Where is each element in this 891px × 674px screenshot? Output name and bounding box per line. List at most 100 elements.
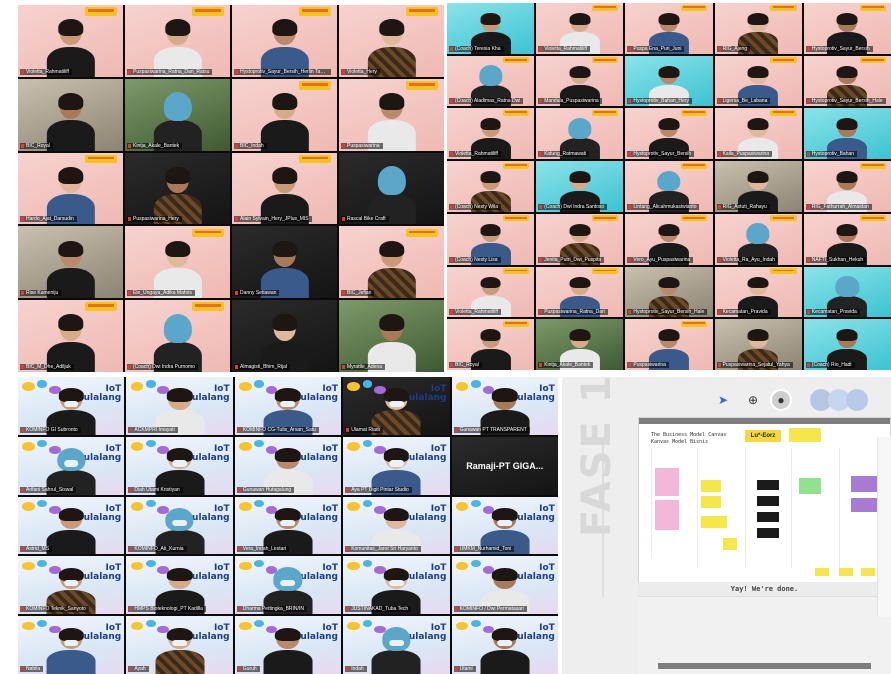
participant-tile[interactable]: Hystoprotiv_Sayur_Bersih_Hale	[625, 266, 713, 318]
participant-tile[interactable]: Hystoprotiv_Bahan	[803, 108, 891, 160]
participant-tile[interactable]: IoT Bulalang Arifani Sahrul_Siswal	[18, 436, 125, 495]
participant-tile[interactable]: (Coach) Dwi Indra Purnomo	[125, 300, 230, 372]
participant-tile[interactable]: (Coach) Aladimas_Ratna Dwi	[447, 55, 535, 107]
participant-tile[interactable]: Violetta_Rahmatiliff	[18, 5, 123, 77]
user-avatar-3[interactable]	[846, 389, 868, 411]
sticky-note[interactable]	[757, 512, 779, 522]
participant-tile[interactable]: Jenita_Putri_Dwi_Puspita	[536, 213, 624, 265]
participant-tile[interactable]: Violetta_Hery	[339, 5, 444, 77]
participant-tile[interactable]: IoT Bulalang Astrid_MS	[18, 496, 125, 555]
sticky-note[interactable]	[701, 496, 721, 508]
participant-tile[interactable]: (Coach) Nesty Lisa	[447, 213, 535, 265]
participant-tile[interactable]: (Coach) Rio_Hadi	[803, 319, 891, 370]
participant-tile[interactable]: Kintja_Akale_Bantek	[125, 78, 230, 151]
sticky-note[interactable]	[655, 500, 679, 530]
participant-tile[interactable]: RIG_Fathurrah_Almaidan	[803, 161, 891, 212]
sticky-note[interactable]	[815, 568, 829, 576]
participant-tile[interactable]: IoT Bulalang Gunawan Hutagalung	[234, 436, 342, 495]
participant-tile[interactable]: NAFTI_Sukhan_Hekuh	[803, 213, 891, 265]
participant-tile[interactable]: IoT Bulalang Ulamat Riadi	[343, 377, 450, 435]
participant-tile[interactable]: IoT Bulalang Ayah	[126, 616, 233, 674]
participant-tile[interactable]: Puspasiwarina	[339, 78, 444, 151]
participant-tile[interactable]: IoT Bulalang Utami	[451, 616, 558, 674]
sticky-note[interactable]	[655, 468, 679, 496]
participant-tile[interactable]: BIC_M_Dhe_Adiljuk	[18, 300, 123, 372]
sticky-note[interactable]	[723, 538, 737, 550]
participant-tile[interactable]: IoT Bulalang UMKM_Nurhamid_Toni	[451, 496, 558, 555]
participant-tile[interactable]: Kaila_Puspasiwarina	[714, 108, 802, 160]
zoom-icon[interactable]: ⊕	[742, 389, 764, 411]
participant-tile[interactable]: Ele_Ungaya_Adika Mahris	[125, 226, 230, 299]
participant-tile[interactable]: Violetta_Rahmatiliff	[536, 3, 624, 54]
participant-tile[interactable]: Rascal Bike Craft	[339, 152, 444, 225]
participant-tile[interactable]: IoT Bulalang KOMINFO Teknik_Sanyoto	[18, 556, 125, 615]
participant-tile[interactable]: Violetta_Rahmatiliff	[447, 108, 535, 160]
sticky-note[interactable]	[757, 528, 779, 538]
participant-tile[interactable]: Kintja_Akale_Bantek	[536, 319, 624, 370]
participant-tile[interactable]: IoT Bulalang KOMINFO / Dwi Permatasari	[451, 556, 558, 615]
sticky-note[interactable]	[701, 480, 721, 492]
participant-tile[interactable]: IoT Bulalang KOMINFO CG-Tulis_Arsan_Satu	[234, 377, 342, 435]
participant-tile[interactable]: IoT Bulalang ACKMPRI Imayati	[126, 377, 233, 435]
participant-tile[interactable]: BIC_Royal	[18, 78, 123, 151]
participant-tile[interactable]: Hystoprotiv_Sayur_Bersih	[625, 108, 713, 160]
participant-tile[interactable]: Puspasiwarina_Ratna_Dari	[536, 266, 624, 318]
participant-tile[interactable]: Hystoprotiv_Sayur_Bersih_Hale	[803, 55, 891, 107]
participant-tile[interactable]: BIC_Indah	[232, 78, 337, 151]
participant-tile[interactable]: Hystoprotiv_Bahan_Hery	[625, 55, 713, 107]
participant-tile[interactable]: IoT Bulalang KOMINFO GI Subronto	[18, 377, 125, 435]
participant-tile[interactable]: IoT Bulalang Gunawan PT TRANSPARENT	[451, 377, 558, 435]
participant-tile[interactable]: Lintang_Alicahmukasiwianto	[625, 161, 713, 212]
participant-tile[interactable]: IoT Bulalang Nabila	[18, 616, 125, 674]
participant-tile[interactable]: IoT Bulalang HMPS Bioteknologi_PT Kadilla	[126, 556, 233, 615]
participant-tile[interactable]: Alain Sylvain_Hery_JPlus_MIS	[232, 152, 337, 225]
participant-tile[interactable]: (Coach) Dwi Indra Santoso	[536, 161, 624, 212]
participant-tile[interactable]: Hystoprotiv_Sayur_Bersih	[803, 3, 891, 54]
avatar-icon[interactable]: ●	[770, 389, 792, 411]
participant-tile[interactable]: Ramaji-PT GIGA...	[451, 436, 558, 495]
participant-tile[interactable]: Violetta_Ra_Ayu_Indah	[714, 213, 802, 265]
participant-tile[interactable]: Puspasiwarina_Sejatul_Yahya	[714, 319, 802, 370]
participant-tile[interactable]: Danny Setiawan	[232, 226, 337, 299]
participant-tile[interactable]: Kidung_Ratmawati	[536, 108, 624, 160]
participant-tile[interactable]: BIC_Jefian	[339, 226, 444, 299]
participant-tile[interactable]: Kecamatan_Pravida	[714, 266, 802, 318]
participant-tile[interactable]: IoT Bulalang KOMINFO_Ati_Kurnia	[126, 496, 233, 555]
sticky-note[interactable]	[839, 568, 853, 576]
participant-tile[interactable]: Ligersa_Be_Labana	[714, 55, 802, 107]
participant-tile[interactable]: IoT Bulalang Vera_Indah_Lestari	[234, 496, 342, 555]
sticky-note[interactable]	[799, 478, 821, 494]
participant-tile[interactable]: IoT Bulalang Diah Utami Kristiyan	[126, 436, 233, 495]
participant-tile[interactable]: IoT Bulalang Indah	[343, 616, 450, 674]
cursor-icon[interactable]: ➤	[712, 389, 734, 411]
participant-tile[interactable]: Puspasiwarina	[625, 319, 713, 370]
sticky-note[interactable]	[701, 516, 727, 528]
participant-tile[interactable]: Mandala_Puspasiwarina	[536, 55, 624, 107]
sticky-note-tag[interactable]	[789, 428, 821, 442]
participant-tile[interactable]: RIG_Ajeng	[714, 3, 802, 54]
participant-tile[interactable]: Myrattle_Adena	[339, 300, 444, 372]
participant-tile[interactable]: BIC_Royal	[447, 319, 535, 370]
miro-board[interactable]: ➤ ⊕ ● FASE 1 The Business Model Canvas K…	[562, 377, 891, 674]
participant-tile[interactable]: (Coach) Nesty Wila	[447, 161, 535, 212]
participant-tile[interactable]: Puspasiwarina_Hery	[125, 152, 230, 225]
participant-tile[interactable]: IoT Bulalang JUSTINAKAD_Tuba Tech	[343, 556, 450, 615]
participant-tile[interactable]: RIG_Astuti_Rahayu	[714, 161, 802, 212]
participant-tile[interactable]: Vero_Ayu_Puspasiwarina	[625, 213, 713, 265]
sticky-note[interactable]	[851, 476, 879, 492]
sticky-note[interactable]	[861, 568, 875, 576]
participant-tile[interactable]: IoT Bulalang Guruh	[234, 616, 342, 674]
sticky-note[interactable]	[851, 498, 879, 512]
participant-tile[interactable]: Puspa Ena_Puri_Juni	[625, 3, 713, 54]
participant-tile[interactable]: IoT Bulalang Komunitas_Jarot Sri Haryanto	[343, 496, 450, 555]
business-model-canvas[interactable]: The Business Model Canvas Kanvas Model B…	[638, 417, 891, 609]
participant-tile[interactable]: (Coach) Teresia Kha	[447, 3, 535, 54]
sticky-note[interactable]	[757, 496, 779, 506]
participant-tile[interactable]: Hardo_Ajat_Darsudin	[18, 152, 123, 225]
participant-tile[interactable]: Hystoprotiv_Sayur_Bersih_Herlin Tanjur	[232, 5, 337, 77]
participant-tile[interactable]: Violetta_Rahmatiliff	[447, 266, 535, 318]
sticky-note[interactable]	[757, 480, 779, 490]
participant-tile[interactable]: Rise Kameniju	[18, 226, 123, 299]
participant-tile[interactable]: Almagisti_Bhim_Rijal	[232, 300, 337, 372]
participant-tile[interactable]: IoT Bulalang Aya PT Digit Pintar Studio	[343, 436, 450, 495]
